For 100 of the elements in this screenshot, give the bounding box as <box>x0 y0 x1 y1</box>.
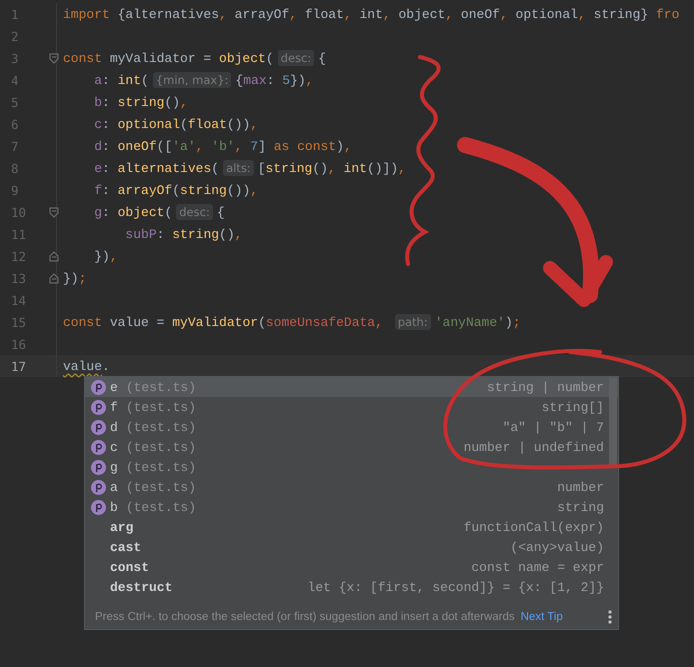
code-token: ( <box>180 116 188 132</box>
code-token: , <box>234 138 244 154</box>
code-token: : <box>102 72 111 88</box>
code-token: { <box>216 204 225 220</box>
code-token: , <box>344 6 353 22</box>
code-token: string <box>118 94 164 110</box>
code-token: b <box>93 94 102 110</box>
suggestion-source: (test.ts) <box>126 400 196 414</box>
code-token: , <box>219 6 228 22</box>
suggestion-type: const name = expr <box>471 560 604 574</box>
code-token: optional <box>118 116 180 132</box>
suggestion-item[interactable]: a (test.ts) number <box>85 477 618 497</box>
line-number: 6 <box>10 116 19 132</box>
code-token: ) <box>504 314 513 330</box>
property-icon <box>91 480 106 494</box>
parameter-hint: {min, max}: <box>152 72 232 88</box>
suggestion-name: d <box>110 420 118 434</box>
code-token: , <box>500 6 509 22</box>
line-number: 10 <box>10 204 26 220</box>
line-number: 4 <box>10 72 19 88</box>
code-token: }) <box>290 72 306 88</box>
code-token: string <box>172 226 220 242</box>
code-token: g <box>93 204 102 220</box>
code-token: , <box>445 6 454 22</box>
code-token: . <box>102 358 110 374</box>
code-token: optional <box>516 6 578 22</box>
suggestion-item[interactable]: g (test.ts) <box>85 457 618 477</box>
code-token: ( <box>164 204 172 220</box>
line-number: 8 <box>10 160 19 176</box>
code-token: as const <box>274 138 336 154</box>
suggestion-item[interactable]: e (test.ts) string | number <box>85 377 618 397</box>
code-token: myValidator <box>172 314 258 330</box>
code-token: a <box>93 72 102 88</box>
suggestion-item[interactable]: f (test.ts) string[] <box>85 397 618 417</box>
code-token: : <box>102 116 111 132</box>
code-token: { <box>235 72 244 88</box>
code-token: [ <box>258 160 266 176</box>
code-token: 'b' <box>211 138 235 154</box>
suggestion-item[interactable]: d (test.ts) "a" | "b" | 7 <box>85 417 618 437</box>
line-number: 9 <box>10 182 19 198</box>
code-token: subP <box>124 226 157 242</box>
code-token: const <box>63 50 104 66</box>
line-number: 16 <box>10 336 26 352</box>
suggestion-item[interactable]: b (test.ts) string <box>85 497 618 517</box>
line-number: 5 <box>10 94 19 110</box>
suggestion-item[interactable]: cast (<any>value) <box>85 537 618 557</box>
suggestion-source: (test.ts) <box>126 480 196 494</box>
parameter-hint: desc: <box>176 204 213 220</box>
code-token: c <box>93 116 102 132</box>
suggestion-item[interactable]: arg functionCall(expr) <box>85 517 618 537</box>
code-token: myValidator = <box>110 50 212 66</box>
line-number: 13 <box>10 270 26 286</box>
code-token: }) <box>63 270 79 286</box>
code-token: string <box>266 160 312 176</box>
code-token: , <box>375 314 384 330</box>
code-token: { <box>318 50 326 66</box>
suggestion-source: (test.ts) <box>126 420 196 434</box>
suggestion-type: let {x: [first, second]} = {x: [1, 2]} <box>308 580 604 594</box>
suggestion-item[interactable]: const const name = expr <box>85 557 618 577</box>
line-number: 11 <box>10 226 26 242</box>
line-number: 12 <box>10 248 26 264</box>
fold-icon[interactable] <box>49 273 59 284</box>
code-token: value <box>63 358 102 374</box>
code-token: ()]) <box>366 160 398 176</box>
suggestion-name: e <box>110 380 118 394</box>
code-token: int <box>118 72 142 88</box>
code-token: ( <box>258 314 266 330</box>
next-tip-link[interactable]: Next Tip <box>520 611 563 623</box>
more-icon[interactable] <box>608 610 612 624</box>
code-token: ( <box>211 160 220 176</box>
suggestion-item[interactable]: destruct let {x: [first, second]} = {x: [1, 2]} <box>85 577 618 597</box>
suggestion-name: b <box>110 500 118 514</box>
code-token: import <box>63 6 111 22</box>
suggestion-source: (test.ts) <box>126 440 196 454</box>
suggestion-type: functionCall(expr) <box>464 520 604 534</box>
fold-icon[interactable] <box>49 251 59 262</box>
suggestion-item[interactable]: c (test.ts) number | undefined <box>85 437 618 457</box>
code-token: const <box>63 314 104 330</box>
code-token: int <box>359 6 383 22</box>
code-token: , <box>180 94 188 110</box>
fold-icon[interactable] <box>49 207 59 218</box>
line-number: 1 <box>10 6 19 22</box>
suggestion-type: number <box>557 480 604 494</box>
code-token: , <box>250 182 258 198</box>
code-token: , <box>250 116 258 132</box>
code-token: {alternatives <box>118 6 220 22</box>
code-token: oneOf <box>460 6 500 22</box>
code-token: : <box>102 138 111 154</box>
line-number: 17 <box>10 358 26 374</box>
suggestion-source: (test.ts) <box>126 500 196 514</box>
code-token: someUnsafeData <box>266 314 376 330</box>
code-token: 5 <box>282 72 290 88</box>
code-token: ) <box>336 138 344 154</box>
fold-icon[interactable] <box>49 53 59 64</box>
code-token: ; <box>78 270 86 286</box>
code-token: string} <box>594 6 650 22</box>
code-token: alternatives <box>118 160 212 176</box>
code-token: fro <box>656 6 680 22</box>
code-token: : <box>156 226 166 242</box>
property-icon <box>91 400 106 414</box>
